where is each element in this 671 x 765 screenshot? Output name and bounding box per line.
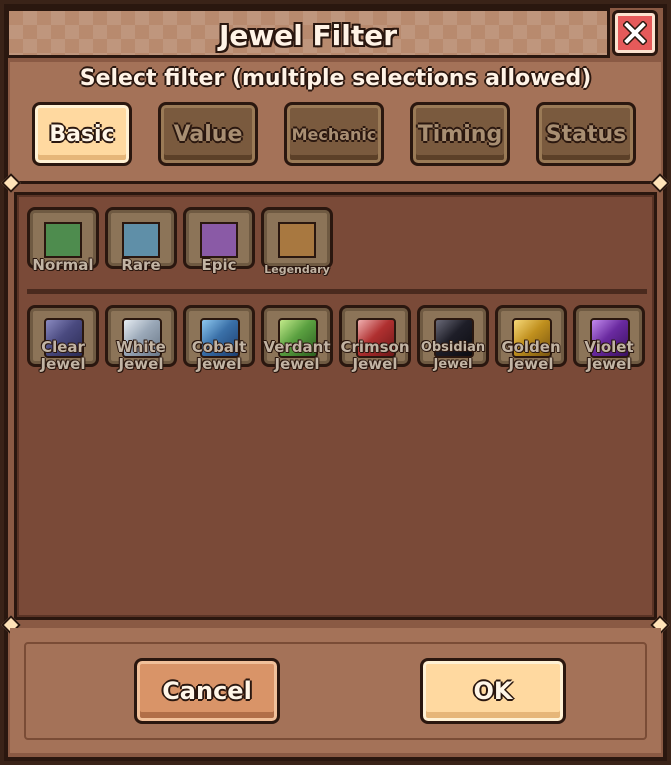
- option-label: Rare: [121, 256, 161, 274]
- jewel-clear-option[interactable]: Clear Jewel: [27, 305, 99, 375]
- jewel-obsidian-option[interactable]: Obsidian Jewel: [417, 305, 489, 375]
- filter-instructions: Select filter (multiple selections allow…: [79, 66, 592, 91]
- ok-button[interactable]: OK: [420, 658, 566, 724]
- filter-header: Select filter (multiple selections allow…: [10, 62, 661, 184]
- tab-value[interactable]: Value: [158, 102, 258, 166]
- rare-swatch: [122, 222, 160, 258]
- jewel-filter-dialog: Jewel Filter Select filter (multiple sel…: [0, 0, 671, 765]
- tab-mechanic[interactable]: Mechanic: [284, 102, 384, 166]
- jewel-crimson-option[interactable]: Crimson Jewel: [339, 305, 411, 375]
- footer-inset: Cancel OK: [24, 642, 647, 740]
- epic-swatch: [200, 222, 238, 258]
- section-divider: [27, 289, 647, 294]
- dialog-footer: Cancel OK: [10, 628, 661, 753]
- tab-timing[interactable]: Timing: [410, 102, 510, 166]
- tab-basic[interactable]: Basic: [32, 102, 132, 166]
- option-label: Epic: [201, 256, 237, 274]
- normal-swatch: [44, 222, 82, 258]
- option-label: White Jewel: [116, 338, 166, 373]
- title-bar: Jewel Filter: [6, 8, 610, 58]
- option-label: Cobalt Jewel: [191, 338, 247, 373]
- cancel-button[interactable]: Cancel: [134, 658, 280, 724]
- jewel-violet-option[interactable]: Violet Jewel: [573, 305, 645, 375]
- option-label: Violet Jewel: [584, 338, 634, 373]
- dialog-title: Jewel Filter: [218, 19, 398, 52]
- option-slot: [261, 207, 333, 269]
- filter-tabs: Basic Value Mechanic Timing Status: [32, 102, 652, 168]
- jewel-white-option[interactable]: White Jewel: [105, 305, 177, 375]
- rarity-epic-option[interactable]: Epic: [183, 207, 255, 277]
- option-label: Crimson Jewel: [340, 338, 410, 373]
- option-label: Golden Jewel: [501, 338, 561, 373]
- option-label: Normal: [32, 256, 94, 274]
- tab-status[interactable]: Status: [536, 102, 636, 166]
- jewel-verdant-option[interactable]: Verdant Jewel: [261, 305, 333, 375]
- legendary-swatch: [278, 222, 316, 258]
- option-label: Clear Jewel: [40, 338, 86, 373]
- close-icon: [623, 21, 647, 45]
- rarity-normal-option[interactable]: Normal: [27, 207, 99, 277]
- rarity-legendary-option[interactable]: Legendary: [261, 207, 333, 277]
- jewel-cobalt-option[interactable]: Cobalt Jewel: [183, 305, 255, 375]
- rarity-rare-option[interactable]: Rare: [105, 207, 177, 277]
- option-label: Legendary: [264, 263, 330, 276]
- jewel-golden-option[interactable]: Golden Jewel: [495, 305, 567, 375]
- option-label: Verdant Jewel: [263, 338, 331, 373]
- filter-content: Normal Rare Epic Legendary Clear Jewel W…: [14, 192, 657, 620]
- close-button[interactable]: [612, 10, 658, 56]
- option-label: Obsidian Jewel: [420, 340, 486, 372]
